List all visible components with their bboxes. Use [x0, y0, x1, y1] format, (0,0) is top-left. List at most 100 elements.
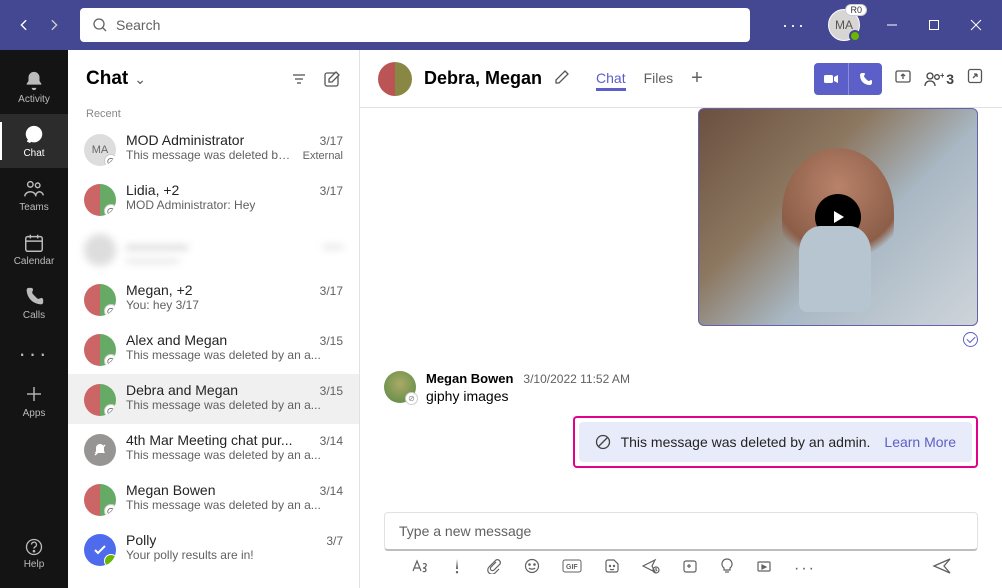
rail-label: Teams	[19, 202, 48, 213]
chat-item-name: MOD Administrator	[126, 132, 244, 148]
emoji-button[interactable]	[524, 558, 540, 579]
chat-item-name: Polly	[126, 532, 156, 548]
message-text: giphy images	[426, 388, 630, 404]
search-icon	[92, 17, 108, 33]
attach-button[interactable]	[486, 558, 502, 579]
bell-icon	[23, 70, 45, 92]
compose-area: Type a new message GIF ···	[360, 502, 1002, 588]
gif-button[interactable]: GIF	[562, 558, 582, 579]
calendar-icon	[23, 232, 45, 254]
rail-chat[interactable]: Chat	[0, 114, 68, 168]
chat-item-avatar: MA⊘	[84, 134, 116, 166]
format-button[interactable]	[410, 558, 428, 579]
tab-chat[interactable]: Chat	[596, 67, 626, 91]
me-avatar[interactable]: MA R0	[828, 9, 860, 41]
conversation-title: Debra, Megan	[424, 68, 542, 89]
rail-activity[interactable]: Activity	[0, 60, 68, 114]
stream-button[interactable]	[756, 558, 772, 579]
send-button[interactable]	[932, 557, 952, 580]
help-icon	[24, 537, 44, 557]
add-tab-button[interactable]: +	[691, 67, 703, 90]
sticker-button[interactable]	[604, 558, 620, 579]
tab-files[interactable]: Files	[644, 70, 674, 88]
chat-list-item[interactable]: ___________________	[68, 224, 359, 274]
filter-button[interactable]	[291, 70, 307, 88]
call-buttons	[814, 63, 882, 95]
chat-list-item[interactable]: Polly3/7Your polly results are in!	[68, 524, 359, 574]
new-chat-button[interactable]	[323, 70, 341, 88]
chat-item-avatar: ⊘	[84, 384, 116, 416]
video-thumbnail[interactable]	[698, 108, 978, 326]
message-avatar: ⊘	[384, 371, 416, 403]
learn-more-link[interactable]: Learn More	[884, 434, 956, 450]
chat-item-preview: ________	[126, 248, 179, 262]
conversation-pane: Debra, Megan Chat Files + + 3	[360, 50, 1002, 588]
back-button[interactable]	[10, 11, 38, 39]
svg-text:+: +	[940, 71, 944, 80]
chat-list-item[interactable]: ⊘Megan Bowen3/14This message was deleted…	[68, 474, 359, 524]
maximize-button[interactable]	[916, 7, 952, 43]
rail-add-app[interactable]	[22, 382, 46, 406]
media-attachment	[698, 108, 978, 326]
title-bar: ··· MA R0	[0, 0, 1002, 50]
chat-item-preview: This message was deleted by an a...	[126, 348, 321, 362]
section-recent: Recent	[68, 108, 359, 124]
minimize-button[interactable]	[874, 7, 910, 43]
teams-icon	[23, 178, 45, 200]
chat-item-preview: Your polly results are in!	[126, 548, 254, 562]
chat-list-item[interactable]: MA⊘MOD Administrator3/17This message was…	[68, 124, 359, 174]
share-screen-button[interactable]	[894, 67, 912, 90]
chat-item-name: Lidia, +2	[126, 182, 179, 198]
lightbulb-button[interactable]	[720, 558, 734, 579]
rail-label: Help	[24, 559, 45, 570]
apps-button[interactable]	[682, 558, 698, 579]
rail-help[interactable]: Help	[0, 526, 68, 580]
participants-count: 3	[946, 71, 954, 87]
presence-icon	[849, 30, 861, 42]
chat-list-header: Chat ⌄	[68, 50, 359, 108]
chat-list-item[interactable]: ⊘Debra and Megan3/15This message was del…	[68, 374, 359, 424]
conversation-avatar	[378, 62, 412, 96]
search-box[interactable]	[80, 8, 750, 42]
chat-item-time: 3/15	[320, 384, 343, 398]
chat-list-title: Chat	[86, 68, 128, 90]
rail-apps-label: Apps	[23, 408, 46, 419]
forward-button[interactable]	[40, 11, 68, 39]
compose-more[interactable]: ···	[794, 560, 816, 578]
rail-calls[interactable]: Calls	[0, 276, 68, 330]
chat-list-item[interactable]: ⊘Megan, +23/17You: hey 3/17	[68, 274, 359, 324]
compose-toolbar: GIF ···	[384, 551, 978, 582]
compose-input[interactable]: Type a new message	[384, 512, 978, 551]
close-button[interactable]	[958, 7, 994, 43]
chat-item-time: 3/17	[320, 284, 343, 298]
participants-button[interactable]: + 3	[924, 71, 954, 87]
more-menu[interactable]: ···	[774, 15, 814, 36]
chat-item-preview: MOD Administrator: Hey	[126, 198, 255, 212]
chat-item-avatar: ⊘	[84, 284, 116, 316]
rail-teams[interactable]: Teams	[0, 168, 68, 222]
schedule-send-button[interactable]	[642, 558, 660, 579]
chevron-down-icon[interactable]: ⌄	[134, 71, 146, 88]
chat-item-name: Megan Bowen	[126, 482, 216, 498]
rail-calendar[interactable]: Calendar	[0, 222, 68, 276]
priority-button[interactable]	[450, 558, 464, 579]
seen-indicator-icon	[963, 332, 978, 347]
chat-list-item[interactable]: 4th Mar Meeting chat pur...3/14This mess…	[68, 424, 359, 474]
chat-item-name: Alex and Megan	[126, 332, 227, 348]
chat-item-time: 3/15	[320, 334, 343, 348]
open-app-button[interactable]	[966, 67, 984, 90]
search-input[interactable]	[116, 17, 738, 33]
chat-item-avatar: ⊘	[84, 184, 116, 216]
rail-label: Calls	[23, 310, 45, 321]
deleted-message-highlight: This message was deleted by an admin. Le…	[573, 416, 978, 468]
rail-more[interactable]: ···	[19, 334, 50, 374]
chat-list-pane: Chat ⌄ Recent MA⊘ MOD Administrator 3/17 Th…	[68, 50, 360, 588]
chat-item-time: 3/14	[320, 434, 343, 448]
chat-item-avatar: ⊘	[84, 334, 116, 366]
video-call-button[interactable]	[814, 63, 848, 95]
chat-list-item[interactable]: ⊘ Alex and Megan 3/15This message was dele…	[68, 324, 359, 374]
audio-call-button[interactable]	[848, 63, 882, 95]
chat-list-item[interactable]: ⊘Lidia, +23/17MOD Administrator: Hey	[68, 174, 359, 224]
edit-title-button[interactable]	[554, 69, 570, 88]
chat-item-name: ________	[126, 232, 188, 248]
